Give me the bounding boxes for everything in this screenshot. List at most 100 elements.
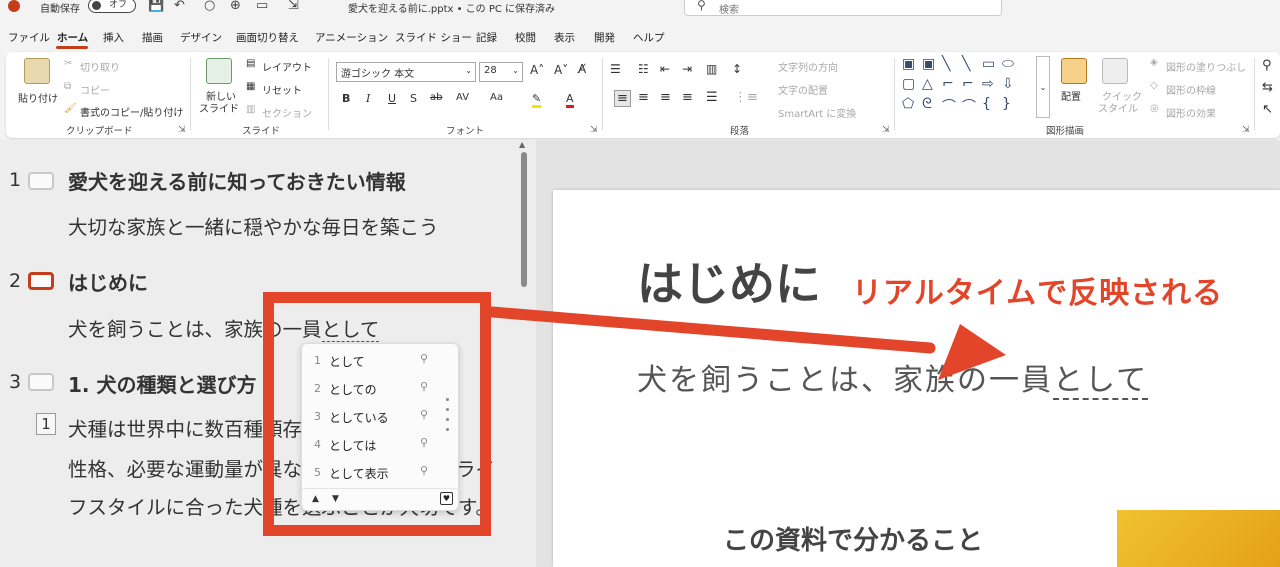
customize-icon[interactable]: ⇲: [288, 0, 299, 13]
align-center-icon[interactable]: ≡: [638, 90, 649, 105]
arrow-shape-icon[interactable]: ⇨: [982, 76, 994, 92]
cut-button[interactable]: 切り取り: [80, 59, 120, 74]
tab-slideshow[interactable]: スライド ショー: [395, 30, 472, 45]
scribble-shape-icon[interactable]: ᘓ: [922, 96, 932, 112]
shadow-icon[interactable]: S: [410, 92, 417, 105]
find-icon[interactable]: ⚲: [1262, 58, 1272, 73]
ime-candidate[interactable]: 1 として ⚲: [302, 346, 442, 374]
tab-view[interactable]: 表示: [554, 30, 575, 45]
ime-candidate[interactable]: 5 として表示 ⚲: [302, 458, 442, 486]
outline-slide-title[interactable]: はじめに: [68, 267, 148, 296]
shape-outline-button[interactable]: 図形の枠線: [1166, 82, 1216, 97]
page-down-icon[interactable]: ▼: [332, 494, 339, 504]
font-name-select[interactable]: 游ゴシック 本文 ⌄: [336, 62, 476, 82]
replace-icon[interactable]: ⇆: [1262, 80, 1273, 95]
increase-indent-icon[interactable]: ⇥: [682, 62, 692, 76]
outline-slide-body[interactable]: 大切な家族と一緒に穏やかな毎日を築こう: [68, 211, 439, 240]
curve-shape-icon[interactable]: ⌒: [942, 96, 956, 116]
search-icon[interactable]: ⚲: [420, 380, 428, 393]
justify-icon[interactable]: ≡: [682, 90, 693, 105]
textbox-shape-icon[interactable]: ▣: [902, 56, 915, 72]
arrange-button[interactable]: 配置: [1061, 88, 1081, 103]
underline-icon[interactable]: U: [388, 92, 396, 105]
tab-transitions[interactable]: 画面切り替え: [236, 30, 299, 45]
shape-effects-button[interactable]: 図形の効果: [1166, 105, 1216, 120]
vertical-textbox-shape-icon[interactable]: ▣: [922, 56, 935, 72]
new-slide-icon[interactable]: [206, 58, 232, 84]
line-shape-icon[interactable]: ╲: [962, 56, 970, 72]
format-painter-button[interactable]: 書式のコピー/貼り付け: [80, 104, 183, 119]
distributed-icon[interactable]: ☰: [706, 90, 718, 105]
freeform-shape-icon[interactable]: ⬠: [902, 96, 914, 112]
font-launcher-icon[interactable]: ⇲: [590, 125, 598, 135]
search-icon[interactable]: ⚲: [420, 464, 428, 477]
layout-button[interactable]: レイアウト: [262, 59, 312, 74]
increase-font-icon[interactable]: A˄: [530, 63, 544, 77]
ime-candidate[interactable]: 4 としては ⚲: [302, 430, 442, 458]
triangle-shape-icon[interactable]: △: [922, 76, 933, 92]
present-icon[interactable]: ⊕: [230, 0, 241, 13]
decrease-font-icon[interactable]: A˅: [554, 63, 568, 77]
copy-button[interactable]: コピー: [80, 82, 110, 97]
clipboard-launcher-icon[interactable]: ⇲: [178, 125, 186, 135]
elbow-connector-icon[interactable]: ⌐: [962, 76, 974, 92]
tab-developer[interactable]: 開発: [594, 30, 615, 45]
clear-format-icon[interactable]: A̸: [578, 62, 586, 76]
line-spacing-icon[interactable]: ↕: [732, 62, 742, 76]
slide-thumbnail[interactable]: [28, 172, 54, 190]
tab-insert[interactable]: 挿入: [103, 30, 124, 45]
align-left-icon[interactable]: ≡: [614, 90, 631, 107]
tab-animations[interactable]: アニメーション: [315, 30, 388, 45]
bold-icon[interactable]: B: [342, 92, 350, 105]
character-spacing-icon[interactable]: AV: [456, 92, 469, 103]
tab-help[interactable]: ヘルプ: [633, 30, 665, 45]
align-right-icon[interactable]: ≡: [660, 90, 671, 105]
shapes-more-icon[interactable]: ⌄: [1036, 56, 1050, 118]
slide-thumbnail-active[interactable]: [28, 272, 54, 290]
paste-button[interactable]: 貼り付け: [18, 90, 58, 105]
tab-record[interactable]: 記録: [476, 30, 497, 45]
arrange-icon[interactable]: [1061, 58, 1087, 84]
search-icon[interactable]: ⚲: [420, 408, 428, 421]
tab-file[interactable]: ファイル: [8, 30, 50, 45]
arc-shape-icon[interactable]: ⌒: [962, 96, 976, 116]
quick-style-icon[interactable]: [1102, 58, 1128, 84]
shape-fill-button[interactable]: 図形の塗りつぶし: [1166, 59, 1246, 74]
line-shape-icon[interactable]: ╲: [942, 56, 950, 72]
elbow-connector-icon[interactable]: ⌐: [942, 76, 954, 92]
ime-candidate[interactable]: 2 としての ⚲: [302, 374, 442, 402]
scrollbar-thumb[interactable]: [521, 152, 527, 287]
text-direction-button[interactable]: 文字列の方向: [778, 59, 838, 74]
oval-shape-icon[interactable]: ⬭: [1002, 56, 1014, 72]
slide-subtitle[interactable]: この資料で分かること: [723, 520, 983, 557]
highlight-icon[interactable]: ✎: [532, 92, 542, 108]
align-text-button[interactable]: 文字の配置: [778, 82, 828, 97]
smartart-button[interactable]: SmartArt に変換: [778, 105, 856, 120]
columns-icon[interactable]: ▥: [706, 62, 717, 76]
ime-mode-icon[interactable]: ♥: [440, 492, 453, 505]
slide-image[interactable]: [1117, 510, 1280, 567]
section-button[interactable]: セクション: [262, 105, 312, 120]
rounded-rectangle-shape-icon[interactable]: ▢: [902, 76, 915, 92]
bullets-icon[interactable]: ☰: [610, 62, 621, 76]
tab-draw[interactable]: 描画: [142, 30, 163, 45]
tab-review[interactable]: 校閲: [515, 30, 536, 45]
tab-design[interactable]: デザイン: [180, 30, 222, 45]
drawing-launcher-icon[interactable]: ⇲: [1242, 125, 1250, 135]
reset-button[interactable]: リセット: [262, 82, 302, 97]
italic-icon[interactable]: I: [366, 92, 370, 105]
ime-candidate[interactable]: 3 としている ⚲: [302, 402, 442, 430]
search-icon[interactable]: ⚲: [420, 352, 428, 365]
search-box[interactable]: ⚲ 検索: [684, 0, 1002, 16]
select-icon[interactable]: ↖: [1262, 102, 1273, 117]
font-color-icon[interactable]: A: [566, 92, 574, 108]
strikethrough-icon[interactable]: ab: [430, 92, 442, 103]
ime-scroll-indicator[interactable]: [446, 398, 450, 431]
page-up-icon[interactable]: ▲: [312, 494, 319, 504]
outline-slide-title[interactable]: 1. 犬の種類と選び方: [68, 369, 256, 398]
scroll-up-icon[interactable]: ▲: [519, 140, 525, 149]
numbering-icon[interactable]: ☷: [638, 62, 649, 76]
undo-icon[interactable]: ↶: [174, 0, 185, 13]
paste-icon[interactable]: [24, 58, 50, 84]
outline-slide-title[interactable]: 愛犬を迎える前に知っておきたい情報: [68, 166, 406, 195]
